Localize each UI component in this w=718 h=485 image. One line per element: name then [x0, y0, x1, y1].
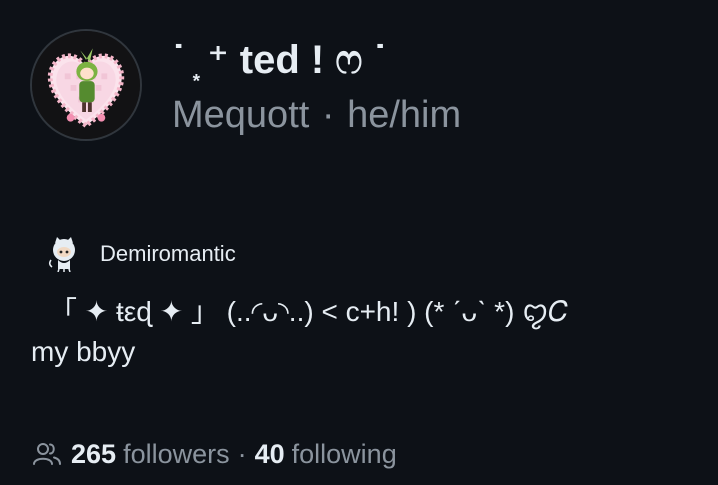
followers-count: 265	[71, 438, 117, 469]
octocat-icon	[48, 237, 75, 272]
subline-separator: ·	[321, 94, 335, 136]
following-count: 40	[254, 438, 285, 469]
display-name: ˙ ͙ ⁺ ted ! ෆ ˙	[172, 38, 387, 82]
following-label: following	[291, 438, 397, 469]
badge-label: Demiromantic	[100, 241, 236, 266]
avatar-image	[32, 31, 140, 139]
username: Mequott	[172, 94, 310, 136]
followers-label: followers	[123, 438, 230, 469]
following-link[interactable]: 40 following	[255, 439, 397, 470]
followers-link[interactable]: 265 followers	[71, 439, 230, 470]
avatar[interactable]	[30, 29, 142, 141]
people-icon	[33, 443, 61, 465]
bio-line-2: my bbyy	[31, 336, 136, 367]
bio-line-1: 「 ✦ ŧεɖ ✦ 」 (..◜ᴗ◝..) < c+h! ) (* ˊᴗˋ *)…	[49, 296, 569, 327]
pronouns: he/him	[347, 94, 462, 136]
stats-separator: ·	[237, 438, 247, 469]
achievement-badge[interactable]: Demiromantic	[46, 236, 236, 272]
follow-stats: 265 followers · 40 following	[31, 436, 397, 472]
profile-subline: Mequott · he/him	[172, 92, 461, 138]
profile-bio: 「 ✦ ŧεɖ ✦ 」 (..◜ᴗ◝..) < c+h! ) (* ˊᴗˋ *)…	[31, 292, 701, 372]
